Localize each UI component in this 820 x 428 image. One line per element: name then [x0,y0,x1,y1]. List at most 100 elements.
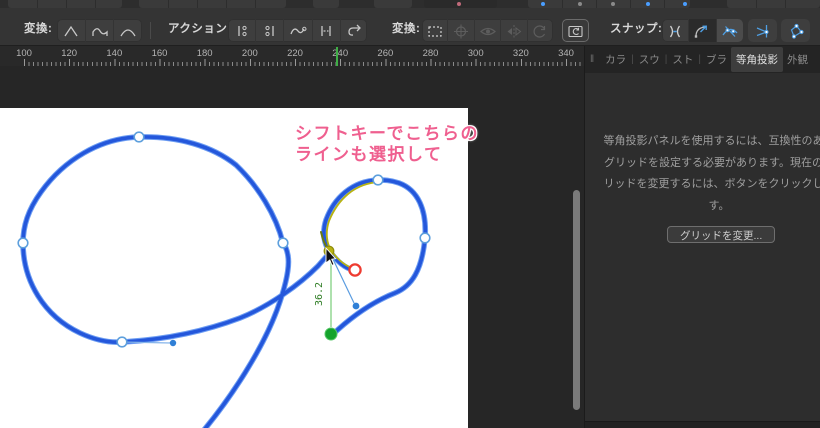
clipped-button[interactable] [313,0,339,8]
separator [664,0,665,8]
clipped-button-group[interactable] [727,0,820,8]
separator [37,0,38,8]
clipped-toolbar-row [0,0,820,8]
path-node[interactable] [134,132,144,142]
separator [596,0,597,8]
action-label: アクション: [168,20,232,34]
snap-curves-button[interactable] [662,19,689,42]
ruler-label: 320 [513,48,529,59]
description-line: 等角投影パネルを使用するには、互換性のある [591,131,820,153]
transform-origin-button[interactable] [448,19,474,42]
rotate-arrow-icon [530,23,550,39]
gray-dot-icon [611,2,615,6]
clipped-button-group[interactable] [8,0,122,8]
clipped-button-group[interactable] [528,0,690,8]
path-node[interactable] [117,337,127,347]
panel-tab-5[interactable]: 等角投影 [731,47,783,72]
snap-measure-value: 36.2 [314,282,325,306]
transform-label: 変換: [24,20,52,34]
action-group [228,19,367,42]
toolbar-separator [150,22,151,39]
separator [168,0,169,8]
path-node[interactable] [278,238,288,248]
eye-icon [478,23,498,39]
studio-panel: ‖ カラ|スウ|スト|ブラ等角投影外観 等角投影パネルを使用するには、互換性のあ… [584,46,820,428]
separator [226,0,227,8]
join-curves-icon [316,23,336,39]
selection-box-button[interactable] [422,19,448,42]
context-toolbar: 変換: アクション: [0,8,820,46]
clipped-button[interactable] [374,0,412,8]
endpoint-red-circle[interactable] [349,264,360,275]
separator [197,0,198,8]
sharp-node-icon [61,23,81,39]
origin-crosshair-icon [451,23,471,39]
drag-handle-dot[interactable] [353,303,360,310]
panel-tab-2[interactable]: スウ [635,48,664,71]
snap-construction-button[interactable] [717,19,743,42]
tutorial-annotation: シフトキーでこちらの ラインも選択して [295,124,479,165]
panel-tab-3[interactable]: スト [668,48,697,71]
panel-drag-handle[interactable]: ‖ [590,54,595,65]
separator [66,0,67,8]
join-curves-button[interactable] [313,19,341,42]
rotate-button[interactable] [528,19,553,42]
hide-selection-button[interactable] [475,19,501,42]
pasteboard: 36.2 シフトキーでこちらの [0,66,584,428]
reverse-curves-icon [344,23,364,39]
convert-sharp-button[interactable] [57,19,86,42]
ruler-label: 280 [423,48,439,59]
snap-nodes-icon [786,23,806,39]
snap-geometry-icon [753,23,773,39]
blue-dot-icon [646,2,650,6]
ruler-label: 120 [61,48,77,59]
smooth-curve-button[interactable] [284,19,312,42]
snap-nodes-button[interactable] [781,19,810,42]
path-node[interactable] [18,238,28,248]
path-node[interactable] [420,233,430,243]
separator [95,0,96,8]
blue-dot-icon [683,2,687,6]
app-window: 変換: アクション: [0,0,820,428]
break-curve-button[interactable] [228,19,256,42]
panel-tab-6[interactable]: 外観 [783,48,812,71]
snap-geometry-button[interactable] [748,19,777,42]
reverse-curves-button[interactable] [341,19,367,42]
close-curve-icon [260,23,280,39]
path-node[interactable] [373,175,383,185]
snap-arc-button[interactable] [689,19,716,42]
document-canvas[interactable]: 36.2 シフトキーでこちらの [0,108,468,428]
selection-box-icon [425,23,445,39]
description-line: グリッドを設定する必要があります。現在のグ [591,153,820,175]
horizontal-ruler: 100120140160180200220240260280300320340 [0,46,584,66]
transform-separately-button[interactable] [562,19,589,42]
mirror-button[interactable] [501,19,527,42]
change-grid-button[interactable]: グリッドを変更... [667,226,775,243]
snap-label: スナップ: [610,20,662,34]
ruler-label: 340 [558,48,574,59]
selected-segment-highlight [327,182,380,268]
vertical-scrollbar-thumb[interactable] [573,190,580,410]
separator [756,0,757,8]
separator [255,0,256,8]
tab-separator: | [665,54,668,65]
convert-smart-button[interactable] [86,19,115,42]
close-curve-button[interactable] [256,19,284,42]
tab-separator: | [698,54,701,65]
ruler-label: 180 [197,48,213,59]
panel-tab-1[interactable]: カラ [601,48,630,71]
ruler-label: 220 [287,48,303,59]
snap-endpoint-green[interactable] [325,328,337,340]
control-handle-dot[interactable] [170,340,176,346]
blue-dot-icon [541,2,545,6]
annotation-line-1: シフトキーでこちらの [295,124,479,145]
clipped-button-group[interactable] [139,0,286,8]
ruler-label: 260 [377,48,393,59]
pink-dot-icon [457,2,461,6]
gray-dot-icon [578,2,582,6]
convert-smooth-button[interactable] [114,19,142,42]
smooth-node-icon [118,23,138,39]
tab-separator: | [631,54,634,65]
snap-curves-icon [665,23,685,39]
panel-tab-4[interactable]: ブラ [702,48,731,71]
